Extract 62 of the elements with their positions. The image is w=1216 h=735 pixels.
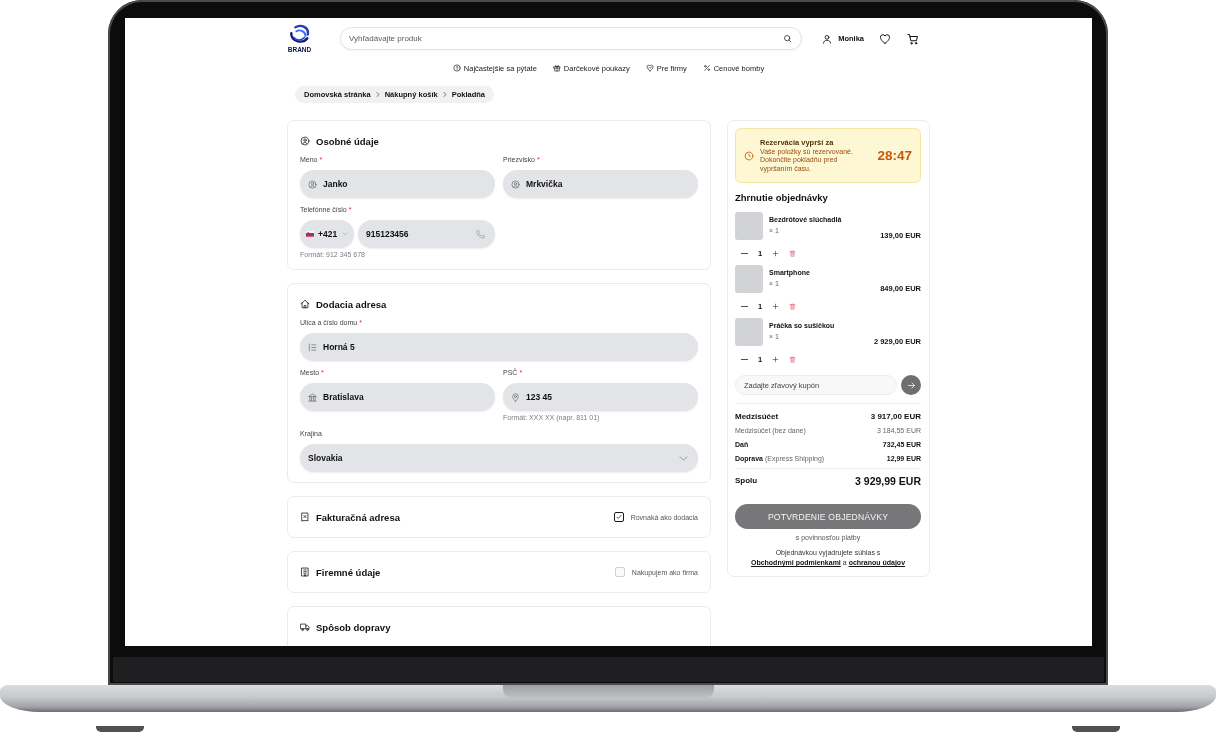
section-title: Fakturačná adresa [316,511,400,523]
product-photo-placeholder [735,318,763,346]
flag-icon [306,231,314,237]
confirm-order-button[interactable]: POTVRDENIE OBJEDNÁVKY [735,504,921,529]
search-icon[interactable] [783,34,793,43]
heart-icon [645,64,654,72]
house-icon [300,299,310,309]
country-select[interactable]: Slovakia [300,444,698,472]
country-code-select[interactable]: +421 [300,220,354,248]
section-title: Dodacia adresa [316,298,387,310]
user-circle-icon [308,179,317,189]
first-name-field[interactable]: Janko [300,170,495,198]
bank-icon [308,392,317,402]
chevron-right-icon [375,91,380,98]
plus-icon[interactable] [772,302,780,310]
plus-icon[interactable] [772,249,780,257]
apply-coupon-button[interactable] [901,375,921,395]
total-value: 3 929,99 EUR [855,474,921,488]
city-field[interactable]: Bratislava [300,383,495,411]
user-circle-icon [300,136,310,146]
last-name-field[interactable]: Mrkvička [503,170,698,198]
trash-icon[interactable] [789,249,797,257]
street-field[interactable]: Horná 5 [300,333,698,361]
heart-icon[interactable] [879,32,891,45]
product-photo-placeholder [735,212,763,240]
chevron-down-icon [342,232,348,236]
question-circle-icon [452,64,461,72]
product-photo-placeholder [735,265,763,293]
gift-icon [552,64,561,72]
map-pin-icon [511,392,520,402]
trash-icon[interactable] [789,355,797,363]
percent-icon [702,64,711,72]
trash-icon[interactable] [789,302,797,310]
cart-icon[interactable] [907,32,919,45]
postal-code-field[interactable]: 123 45 [503,383,698,411]
summary-value: 3 917,00 EUR [870,411,921,423]
truck-icon [300,622,310,632]
chevron-right-icon [442,91,447,98]
user-circle-icon [511,179,520,189]
globe-logo-icon [288,23,311,46]
arrow-right-icon [906,380,916,390]
check-icon [615,514,622,520]
phone-icon [476,229,485,239]
chevron-down-icon [679,453,688,463]
laptop-foot [1072,726,1120,732]
summary-title: Zhrnutie objednávky [735,192,829,204]
user-icon [822,33,833,44]
clock-icon [744,150,754,161]
laptop-foot [96,726,144,732]
section-title: Firemné údaje [316,566,381,578]
receipt-icon [300,512,310,522]
building-icon [300,567,310,577]
total-label: Spolu [735,475,758,487]
section-title: Spôsob dopravy [316,621,391,633]
phone-field[interactable]: 915123456 [358,220,495,248]
checkbox[interactable] [613,512,624,522]
search-field[interactable]: Vyhľadávajte produk [340,27,803,50]
summary-label: Medzisúčet [735,412,779,421]
countdown-timer: 28:47 [877,148,912,163]
section-title: Osobné údaje [316,135,379,147]
plus-icon[interactable] [772,355,780,363]
list-icon [308,342,317,352]
